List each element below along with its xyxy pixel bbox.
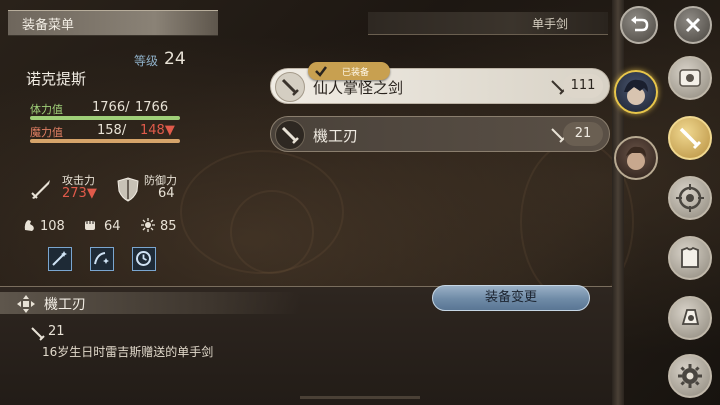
back-icon xyxy=(631,16,649,32)
equipped-badge: 已装备 xyxy=(308,62,390,80)
menu-title-bar: 装备菜单 xyxy=(8,10,218,36)
menu-armor-button[interactable] xyxy=(668,236,712,280)
mp-max: 148▼ xyxy=(140,123,175,138)
hp-current: 1766/ xyxy=(92,100,130,115)
right-rail xyxy=(612,0,624,405)
ability-icon-2[interactable] xyxy=(90,247,114,271)
magic-value: 85 xyxy=(160,219,177,234)
spark-wand-icon xyxy=(94,252,109,265)
equipment-item-2[interactable]: 機工刃 21 xyxy=(270,116,610,152)
defense-shield-icon xyxy=(117,177,139,202)
wand-icon xyxy=(52,251,67,266)
selected-item-attack: 21 xyxy=(48,324,65,339)
mp-label: 魔力值 xyxy=(30,126,63,139)
hp-bar-fill xyxy=(30,116,180,120)
ability-icon-1[interactable] xyxy=(48,247,72,271)
attack-value: 273▼ xyxy=(62,186,97,201)
menu-map-button[interactable] xyxy=(668,56,712,100)
equipment-attack: 111 xyxy=(563,74,603,98)
selected-item-description: 16岁生日时雷吉斯赠送的单手剑 xyxy=(42,345,214,359)
mp-bar-fill xyxy=(30,139,180,143)
accessory-icon xyxy=(681,309,700,325)
equipment-name: 仙人掌怪之剑 xyxy=(313,79,404,97)
weapon-type-bar: 单手剑 xyxy=(368,12,608,35)
mp-current: 158/ xyxy=(97,123,127,138)
menu-accessory-button[interactable] xyxy=(668,296,712,340)
magic-sparkle-icon xyxy=(141,218,155,232)
clock-icon xyxy=(136,251,151,266)
character-portrait-ally[interactable] xyxy=(614,136,658,180)
sword-icon xyxy=(281,78,299,96)
portrait-avatar xyxy=(626,146,646,170)
hp-bar xyxy=(30,116,180,120)
hp-label: 体力值 xyxy=(30,103,63,116)
weapon-type-label: 单手剑 xyxy=(531,17,568,31)
change-equipment-button[interactable]: 装备变更 xyxy=(432,285,590,311)
level-label: 等级 xyxy=(134,54,159,68)
settings-icon xyxy=(678,364,702,388)
level-value: 24 xyxy=(164,49,186,69)
accessory-scroll-icon xyxy=(679,69,701,87)
move-arrows-icon xyxy=(17,295,35,313)
hp-max: 1766 xyxy=(135,100,169,115)
strength-value: 108 xyxy=(40,219,65,234)
defense-value: 64 xyxy=(158,186,175,201)
target-icon xyxy=(676,184,704,212)
selected-item-name: 機工刃 xyxy=(44,297,86,313)
menu-title: 装备菜单 xyxy=(22,18,75,33)
strength-arm-icon xyxy=(24,220,34,231)
close-button[interactable] xyxy=(674,6,712,44)
weapon-sword-icon xyxy=(679,127,702,150)
attack-sword-icon xyxy=(31,180,50,199)
mp-bar xyxy=(30,139,180,143)
item-icon-container xyxy=(275,72,305,102)
item-icon-container xyxy=(275,120,305,150)
vitality-value: 64 xyxy=(104,219,121,234)
menu-settings-button[interactable] xyxy=(668,354,712,398)
equipment-name: 機工刃 xyxy=(313,127,359,145)
checkmark-icon xyxy=(315,66,327,77)
background-vine xyxy=(230,190,314,274)
character-portrait-noctis[interactable] xyxy=(614,70,658,114)
ability-icon-3[interactable] xyxy=(132,247,156,271)
menu-weapon-button[interactable] xyxy=(668,116,712,160)
portrait-avatar xyxy=(624,79,648,105)
attack-sword-icon xyxy=(31,327,45,341)
character-name: 诺克提斯 xyxy=(26,70,87,88)
close-icon xyxy=(685,17,701,33)
menu-target-button[interactable] xyxy=(668,176,712,220)
back-button[interactable] xyxy=(620,6,658,44)
equipment-attack: 21 xyxy=(563,122,603,146)
vitality-fist-icon xyxy=(85,221,95,230)
equipped-label: 已装备 xyxy=(342,68,370,78)
equipment-menu-screen: 装备菜单 单手剑 等级 24 诺克提斯 体力值 1766/ 1766 魔力值 1… xyxy=(0,0,720,405)
bottom-divider xyxy=(300,396,420,399)
armor-icon xyxy=(681,246,699,268)
sword-icon xyxy=(281,126,299,144)
